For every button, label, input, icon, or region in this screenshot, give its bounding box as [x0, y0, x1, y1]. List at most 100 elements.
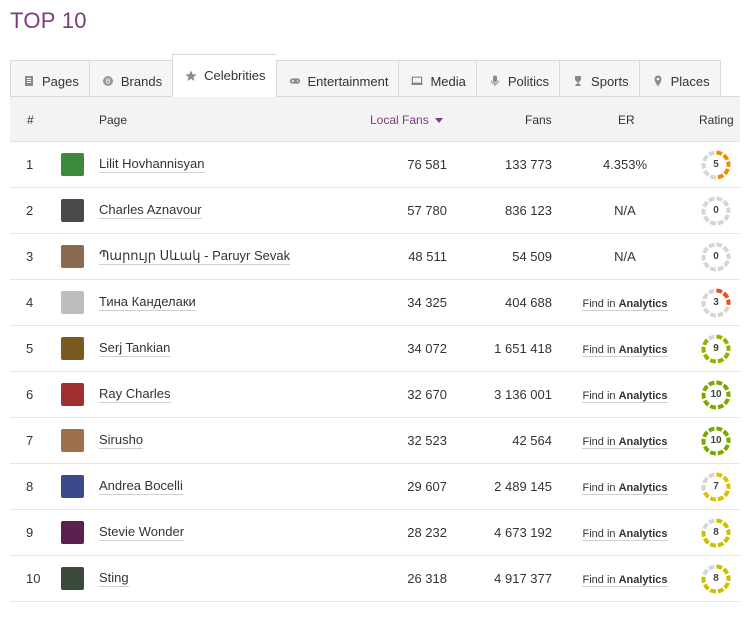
local-fans-value: 57 780 [407, 203, 447, 218]
avatar [61, 429, 84, 452]
tab-label: Media [430, 73, 466, 89]
er-cell: Find in Analytics [580, 571, 670, 587]
fans-value: 42 564 [512, 433, 552, 448]
page-name-link[interactable]: Sirusho [99, 432, 144, 449]
page-name-link[interactable]: Charles Aznavour [99, 202, 202, 219]
fans-value: 4 673 192 [494, 525, 552, 540]
avatar [61, 337, 84, 360]
table-row: 6 Ray Charles 32 670 3 136 001 Find in Analy… [10, 372, 740, 418]
find-in-label: Find in [582, 482, 616, 494]
er-cell: Find in Analytics [580, 387, 670, 403]
rating-badge: 5 [700, 149, 732, 181]
rank-number: 7 [26, 433, 34, 448]
analytics-label: Analytics [618, 482, 668, 494]
find-in-label: Find in [582, 436, 616, 448]
page-name-link[interactable]: Serj Tankian [99, 340, 171, 357]
rank-number: 9 [26, 525, 34, 540]
er-cell: 4.353% [580, 157, 670, 172]
er-cell: Find in Analytics [580, 525, 670, 541]
page-name-link[interactable]: Stevie Wonder [99, 524, 185, 541]
avatar [61, 153, 84, 176]
fans-value: 1 651 418 [494, 341, 552, 356]
local-fans-value: 29 607 [407, 479, 447, 494]
find-in-analytics-link[interactable]: Find in Analytics [582, 482, 668, 495]
microphone-icon [489, 75, 501, 87]
rank-number: 1 [26, 157, 34, 172]
header-local-fans-label: Local Fans [370, 113, 429, 127]
rank-number: 5 [26, 341, 34, 356]
header-er: ER [618, 113, 635, 127]
rating-value: 9 [713, 343, 719, 354]
local-fans-value: 32 670 [407, 387, 447, 402]
rating-value: 5 [713, 159, 719, 170]
pages-icon [23, 75, 35, 87]
table-row: 8 Andrea Bocelli 29 607 2 489 145 Find in An… [10, 464, 740, 510]
page-name-link[interactable]: Andrea Bocelli [99, 478, 183, 495]
find-in-analytics-link[interactable]: Find in Analytics [582, 390, 668, 403]
er-cell: Find in Analytics [580, 479, 670, 495]
rating-badge: 8 [700, 563, 732, 595]
rank-number: 2 [26, 203, 34, 218]
rating-value: 10 [710, 389, 722, 400]
local-fans-value: 28 232 [407, 525, 447, 540]
find-in-analytics-link[interactable]: Find in Analytics [582, 436, 668, 449]
avatar [61, 521, 84, 544]
page-title: TOP 10 [10, 8, 87, 33]
find-in-label: Find in [582, 528, 616, 540]
ranking-table: # Page Local Fans Fans ER Rating 1 Lilit … [10, 96, 740, 602]
rank-number: 8 [26, 479, 34, 494]
table-row: 2 Charles Aznavour 57 780 836 123 N/A 0 [10, 188, 740, 234]
engagement-rate: N/A [614, 249, 636, 264]
analytics-label: Analytics [618, 390, 668, 402]
svg-text:B: B [105, 78, 110, 86]
page-name-link[interactable]: Тина Канделаки [99, 294, 196, 311]
analytics-label: Analytics [618, 344, 668, 356]
rating-badge: 3 [700, 287, 732, 319]
table-row: 4 Тина Канделаки 34 325 404 688 Find in Anal… [10, 280, 740, 326]
gamepad-icon [289, 75, 301, 87]
engagement-rate: 4.353% [602, 157, 648, 172]
local-fans-value: 76 581 [407, 157, 447, 172]
tab-label: Entertainment [307, 73, 389, 89]
rank-number: 6 [26, 387, 34, 402]
rating-badge: 8 [700, 517, 732, 549]
local-fans-value: 48 511 [408, 249, 447, 264]
page-name-link[interactable]: Ray Charles [99, 386, 171, 403]
find-in-analytics-link[interactable]: Find in Analytics [582, 344, 668, 357]
fans-value: 133 773 [505, 157, 552, 172]
header-local-fans[interactable]: Local Fans [370, 113, 443, 127]
local-fans-value: 34 072 [407, 341, 447, 356]
local-fans-value: 34 325 [407, 295, 447, 310]
rank-number: 4 [26, 295, 34, 310]
avatar [61, 475, 84, 498]
table-row: 5 Serj Tankian 34 072 1 651 418 Find in Anal… [10, 326, 740, 372]
local-fans-value: 32 523 [407, 433, 447, 448]
fans-value: 404 688 [505, 295, 552, 310]
analytics-label: Analytics [618, 298, 668, 310]
avatar [61, 567, 84, 590]
analytics-label: Analytics [618, 574, 668, 586]
rank-number: 3 [26, 249, 34, 264]
table-row: 10 Sting 26 318 4 917 377 Find in Analytics 8 [10, 556, 740, 602]
avatar [61, 199, 84, 222]
avatar [61, 383, 84, 406]
page-name-link[interactable]: Sting [99, 570, 129, 587]
table-row: 9 Stevie Wonder 28 232 4 673 192 Find in Ana… [10, 510, 740, 556]
rating-value: 8 [713, 573, 719, 584]
sort-desc-icon [434, 118, 443, 124]
tab-label: Celebrities [204, 68, 266, 83]
fans-value: 4 917 377 [494, 571, 552, 586]
find-in-analytics-link[interactable]: Find in Analytics [582, 298, 668, 311]
page-name-link[interactable]: Պարույր Սևակ - Paruyr Sevak [99, 248, 291, 265]
tab-celebrities[interactable]: Celebrities [172, 54, 276, 97]
table-row: 7 Sirusho 32 523 42 564 Find in Analytics 10 [10, 418, 740, 464]
page-name-link[interactable]: Lilit Hovhannisyan [99, 156, 205, 173]
find-in-analytics-link[interactable]: Find in Analytics [582, 574, 668, 587]
er-cell: N/A [580, 249, 670, 264]
table-header: # Page Local Fans Fans ER Rating [10, 97, 740, 142]
rating-value: 10 [710, 435, 722, 446]
find-in-analytics-link[interactable]: Find in Analytics [582, 528, 668, 541]
table-row: 1 Lilit Hovhannisyan 76 581 133 773 4.353% 5 [10, 142, 740, 188]
table-row: 3 Պարույր Սևակ - Paruyr Sevak 48 511 54 509… [10, 234, 740, 280]
star-icon [185, 70, 197, 82]
